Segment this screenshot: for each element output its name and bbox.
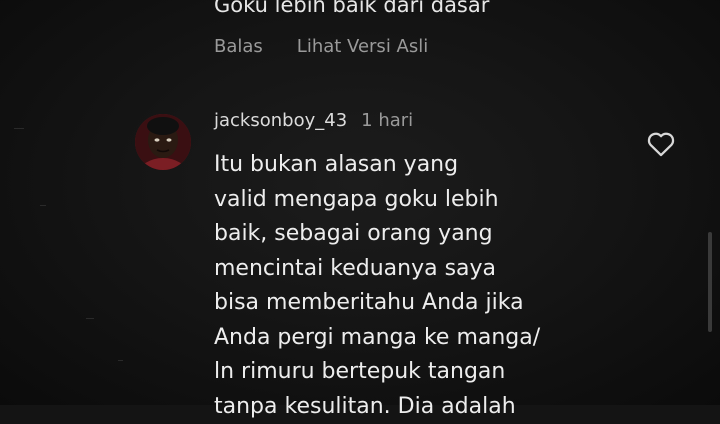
comment-meta: jacksonboy_43 1 hari xyxy=(214,110,413,131)
background-speck xyxy=(86,318,94,319)
previous-comment-text: Goku lebih baik dari dasar xyxy=(214,0,490,17)
like-button[interactable] xyxy=(644,126,678,160)
background-speck xyxy=(118,360,123,361)
background-speck xyxy=(40,205,46,206)
username[interactable]: jacksonboy_43 xyxy=(214,110,347,131)
comment-actions: Balas Lihat Versi Asli xyxy=(214,36,428,57)
avatar[interactable] xyxy=(135,114,191,170)
comment-text: Itu bukan alasan yang valid mengapa goku… xyxy=(214,152,541,419)
see-original-button[interactable]: Lihat Versi Asli xyxy=(297,36,428,57)
reply-button[interactable]: Balas xyxy=(214,36,263,57)
user-avatar-icon xyxy=(135,114,191,170)
background-speck xyxy=(14,128,24,129)
comment-time: 1 hari xyxy=(361,110,414,131)
heart-outline-icon xyxy=(647,132,675,157)
scrollbar[interactable] xyxy=(708,232,712,332)
